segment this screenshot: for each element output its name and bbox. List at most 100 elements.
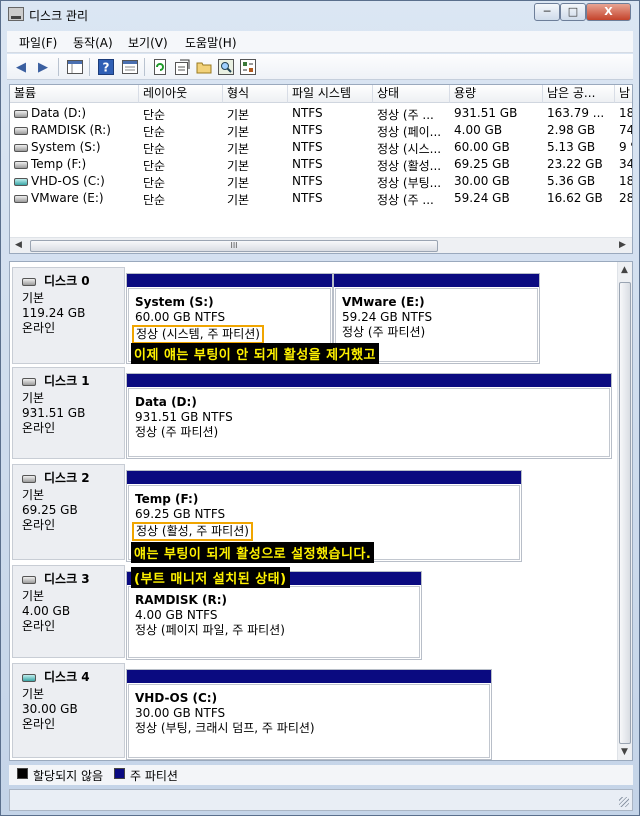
volume-cell-capacity: 59.24 GB [454, 191, 542, 205]
column-header-layout[interactable]: 레이아웃 [139, 85, 223, 103]
column-header-type[interactable]: 형식 [223, 85, 288, 103]
menu-action[interactable]: 동작(A) [73, 34, 113, 51]
column-header-free-space[interactable]: 남은 공... [543, 85, 615, 103]
volume-cell-volume: Data (D:) [14, 106, 137, 120]
partition-status: 정상 (주 파티션) [135, 425, 219, 439]
forward-arrow-icon[interactable]: ▶ [33, 57, 53, 77]
partition-name: Temp (F:) [135, 492, 199, 506]
title-bar[interactable]: 디스크 관리 ─ □ X [1, 1, 639, 29]
column-header-capacity[interactable]: 용량 [450, 85, 543, 103]
window-title: 디스크 관리 [29, 9, 89, 23]
drive-icon [14, 195, 28, 203]
menu-help[interactable]: 도움말(H) [185, 34, 237, 51]
resize-grip-icon[interactable] [619, 797, 629, 807]
close-button[interactable]: X [586, 3, 631, 21]
volume-cell-pct: 28 [619, 191, 632, 205]
volume-row[interactable]: System (S:) 단순 기본 NTFS 정상 (시스... 60.00 GB 5.13… [10, 139, 632, 157]
volume-cell-volume: Temp (F:) [14, 157, 137, 171]
disk-0-info[interactable]: 디스크 0 기본 119.24 GB 온라인 [12, 267, 125, 364]
volume-text-type: 기본 [227, 159, 250, 173]
properties-icon[interactable] [172, 57, 192, 77]
volume-cell-fs: NTFS [292, 106, 370, 120]
volume-cell-status: 정상 (페이... [377, 123, 449, 140]
volume-text-capacity: 60.00 GB [454, 140, 510, 154]
volume-cell-status: 정상 (주 ... [377, 191, 449, 208]
volume-text-layout: 단순 [143, 108, 166, 122]
open-folder-icon[interactable] [194, 57, 214, 77]
volume-cell-type: 기본 [227, 174, 287, 191]
volume-text-volume: VMware (E:) [31, 191, 104, 205]
horizontal-scroll-thumb[interactable]: III [30, 240, 438, 252]
volume-row[interactable]: RAMDISK (R:) 단순 기본 NTFS 정상 (페이... 4.00 GB 2.98… [10, 122, 632, 140]
partition-name: VMware (E:) [342, 295, 425, 309]
scroll-right-icon[interactable]: ▶ [619, 240, 626, 250]
menu-view[interactable]: 보기(V) [128, 34, 168, 51]
volume-cell-pct: 18 [619, 106, 632, 120]
volume-cell-pct: 34 [619, 157, 632, 171]
volume-cell-layout: 단순 [143, 106, 221, 123]
disk-name: 디스크 4 [44, 670, 90, 684]
disk-4-info[interactable]: 디스크 4 기본 30.00 GB 온라인 [12, 663, 125, 758]
column-header-volume[interactable]: 볼륨 [10, 85, 139, 103]
volume-text-type: 기본 [227, 193, 250, 207]
disk-2-info[interactable]: 디스크 2 기본 69.25 GB 온라인 [12, 464, 125, 560]
drive-icon [14, 110, 28, 118]
help-icon[interactable]: ? [96, 57, 116, 77]
partition-size: 4.00 GB NTFS [135, 608, 218, 622]
minimize-button[interactable]: ─ [534, 3, 560, 21]
scroll-up-icon[interactable]: ▲ [621, 265, 628, 275]
column-header-status[interactable]: 상태 [373, 85, 450, 103]
volume-text-capacity: 69.25 GB [454, 157, 510, 171]
legend-label-unallocated: 할당되지 않음 [33, 769, 104, 783]
scroll-down-icon[interactable]: ▼ [621, 747, 628, 757]
horizontal-scrollbar[interactable]: ◀ III ▶ [10, 237, 632, 253]
disk-name: 디스크 3 [44, 572, 90, 586]
settings-icon[interactable] [238, 57, 258, 77]
disk-name: 디스크 2 [44, 471, 90, 485]
partition-size: 69.25 GB NTFS [135, 507, 226, 521]
maximize-button[interactable]: □ [560, 3, 586, 21]
volume-row[interactable]: VMware (E:) 단순 기본 NTFS 정상 (주 ... 59.24 GB 16.6… [10, 190, 632, 208]
partition-bar [127, 471, 521, 484]
vertical-scroll-thumb[interactable] [619, 282, 631, 744]
search-icon[interactable] [216, 57, 236, 77]
disk-1-info[interactable]: 디스크 1 기본 931.51 GB 온라인 [12, 367, 125, 459]
disk-3-info[interactable]: 디스크 3 기본 4.00 GB 온라인 [12, 565, 125, 658]
show-hide-console-icon[interactable] [65, 57, 85, 77]
volume-text-free: 2.98 GB [547, 123, 596, 137]
volume-text-type: 기본 [227, 176, 250, 190]
disk-name: 디스크 1 [44, 374, 90, 388]
menu-file[interactable]: 파일(F) [19, 34, 57, 51]
volume-cell-fs: NTFS [292, 140, 370, 154]
back-arrow-icon[interactable]: ◀ [11, 57, 31, 77]
column-header-filesystem[interactable]: 파일 시스템 [288, 85, 373, 103]
disk-3-row: 디스크 3 기본 4.00 GB 온라인 RAMDISK (R:) 4.00 G… [10, 565, 616, 660]
disk-management-window: 디스크 관리 ─ □ X 파일(F) 동작(A) 보기(V) 도움말(H) ◀ … [0, 0, 640, 816]
partition-data[interactable]: Data (D:) 931.51 GB NTFS 정상 (주 파티션) [126, 373, 612, 459]
column-header-percent-free[interactable]: 남 [615, 85, 632, 103]
properties-pane-icon[interactable] [120, 57, 140, 77]
refresh-icon[interactable] [150, 57, 170, 77]
volume-row[interactable]: Data (D:) 단순 기본 NTFS 정상 (주 ... 931.51 GB 163.7… [10, 105, 632, 123]
volume-cell-fs: NTFS [292, 174, 370, 188]
volume-row[interactable]: Temp (F:) 단순 기본 NTFS 정상 (활성... 69.25 GB 23.22 … [10, 156, 632, 173]
scroll-left-icon[interactable]: ◀ [15, 240, 22, 250]
annotation-disk2-line1: 얘는 부팅이 되게 활성으로 설정했습니다. [131, 542, 375, 563]
toolbar: ◀ ▶ ? [7, 54, 633, 80]
volume-cell-volume: VMware (E:) [14, 191, 137, 205]
volume-cell-layout: 단순 [143, 140, 221, 157]
disk-size: 119.24 GB [22, 306, 86, 320]
volume-text-type: 기본 [227, 125, 250, 139]
volume-row[interactable]: VHD-OS (C:) 단순 기본 NTFS 정상 (부팅... 30.00 GB 5.36… [10, 173, 632, 191]
volume-cell-volume: System (S:) [14, 140, 137, 154]
disk-icon [22, 576, 36, 584]
disk-state: 온라인 [22, 321, 56, 335]
volume-cell-type: 기본 [227, 140, 287, 157]
volume-text-capacity: 59.24 GB [454, 191, 510, 205]
vhd-drive-icon [14, 178, 28, 186]
vertical-scrollbar[interactable]: ▲ ▼ [617, 262, 632, 760]
disk-icon [22, 475, 36, 483]
disk-size: 931.51 GB [22, 406, 86, 420]
volume-text-fs: NTFS [292, 106, 323, 120]
partition-vhd-os[interactable]: VHD-OS (C:) 30.00 GB NTFS 정상 (부팅, 크래시 덤프… [126, 669, 492, 760]
